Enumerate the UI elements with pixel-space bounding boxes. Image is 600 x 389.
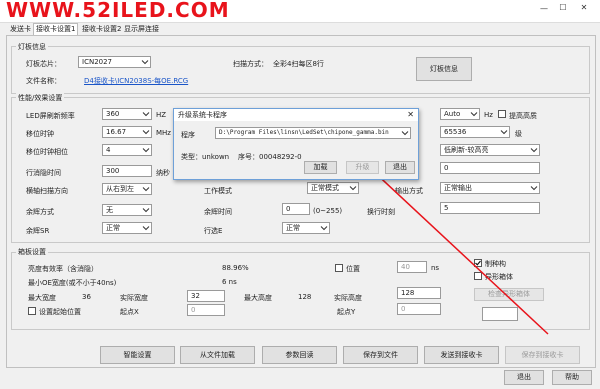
dialog-exit-button[interactable]: 退出 [385, 161, 415, 174]
dialog-close-button[interactable]: ✕ [407, 109, 414, 121]
annotation-arrow [349, 149, 549, 335]
program-select[interactable]: D:\Program Files\linsn\LedSet\chipone_ga… [215, 127, 411, 139]
dialog-title-bar: 升级系统卡程序 ✕ [174, 109, 418, 121]
type-label: 类型：unkown [181, 153, 230, 161]
dialog-title: 升级系统卡程序 [178, 111, 227, 119]
upgrade-dialog: 升级系统卡程序 ✕ 程序 D:\Program Files\linsn\LedS… [173, 108, 419, 180]
program-path: D:\Program Files\linsn\LedSet\chipone_ga… [219, 129, 389, 136]
load-button[interactable]: 加载 [304, 161, 337, 174]
serial-label: 序号：00048292-0 [238, 153, 302, 161]
program-label: 程序 [181, 131, 195, 139]
chevron-down-icon [401, 131, 409, 136]
upgrade-button[interactable]: 升级 [346, 161, 379, 174]
